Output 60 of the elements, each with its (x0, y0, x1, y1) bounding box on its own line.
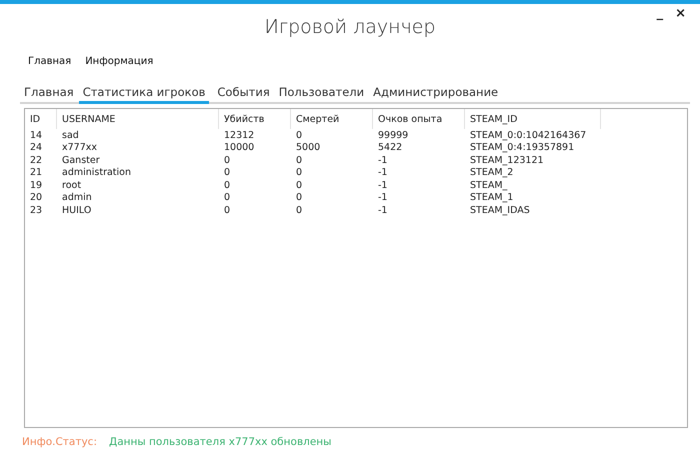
table-cell-text: STEAM_2 (469, 167, 514, 178)
table-cell-text: 0 (223, 192, 232, 204)
table-cell-text: -1 (377, 204, 388, 216)
tab[interactable]: События (213, 85, 274, 104)
table-cell-text: STEAM_IDAS (469, 204, 531, 216)
table-cell-text: 20 (29, 192, 44, 204)
table-cell-text: 0 (295, 167, 304, 178)
table-cell-text: -1 (377, 167, 388, 178)
tab[interactable]: Администрирование (369, 85, 502, 104)
table-cell-text: x777xx (61, 142, 98, 154)
table-cell-text: STEAM_0:4:19357891 (469, 142, 576, 154)
table-cell-text: 19 (29, 180, 44, 191)
minimize-button[interactable]: _ (656, 6, 664, 21)
column-header[interactable]: Убийств (219, 109, 291, 129)
column-header[interactable]: STEAM_ID (465, 109, 601, 129)
table-cell-text: 0 (223, 204, 232, 216)
tab[interactable]: Статистика игроков (78, 85, 210, 104)
table-cell-text: 0 (223, 180, 232, 191)
column-header[interactable]: USERNAME (57, 109, 219, 129)
table-cell-text: -1 (377, 180, 388, 191)
table-cell-text: 10000 (223, 142, 256, 154)
table-cell-text: 14 (29, 130, 44, 141)
table-cell-text: 12312 (223, 130, 256, 141)
table-cell-text: 22 (29, 154, 44, 166)
table-cell-text: 5000 (295, 142, 322, 154)
tab[interactable]: Главная (20, 85, 78, 104)
column-header[interactable]: Очков опыта (373, 109, 465, 129)
table-cell-text: STEAM_ (469, 180, 508, 191)
table-cell-text: 0 (295, 180, 304, 191)
table-cell-text: 0 (295, 130, 304, 141)
table-cell-text: root (61, 180, 82, 191)
menu-item[interactable]: Информация (85, 56, 154, 80)
table-cell-text: 0 (295, 192, 304, 204)
table-cell-text: STEAM_0:0:1042164367 (469, 130, 588, 141)
tab[interactable]: Пользователи (274, 85, 368, 104)
table-cell-text: STEAM_123121 (469, 154, 545, 166)
table-cell-text: admin (61, 192, 93, 204)
table-cell-text: administration (61, 167, 132, 178)
table-cell-text: sad (61, 130, 80, 141)
table-cell-text: 0 (295, 204, 304, 216)
status-label: Инфо.Статус: (22, 436, 97, 448)
table-cell-text: -1 (377, 154, 388, 166)
close-button[interactable]: × (675, 6, 686, 21)
table-cell-text: STEAM_1 (469, 192, 514, 204)
table-cell-text: HUILO (61, 204, 92, 216)
table-cell-text: 23 (29, 204, 44, 216)
table-cell-text: Ganster (61, 154, 101, 166)
menu-item[interactable]: Главная (28, 56, 72, 80)
table-cell-text: -1 (377, 192, 388, 204)
table-cell-text: 5422 (377, 142, 404, 154)
status-message: Данны пользователя x777xx обновлены (108, 436, 332, 448)
column-header[interactable]: Смертей (291, 109, 373, 129)
window-title: Игровой лаунчер (264, 16, 436, 40)
table-cell-text: 24 (29, 142, 44, 154)
column-header[interactable]: ID (25, 109, 57, 129)
table-cell-text: 0 (295, 154, 304, 166)
table-cell-text: 0 (223, 167, 232, 178)
table-cell-text: 0 (223, 154, 232, 166)
table-cell-text: 99999 (377, 130, 410, 141)
table-cell-text: 21 (29, 167, 44, 178)
